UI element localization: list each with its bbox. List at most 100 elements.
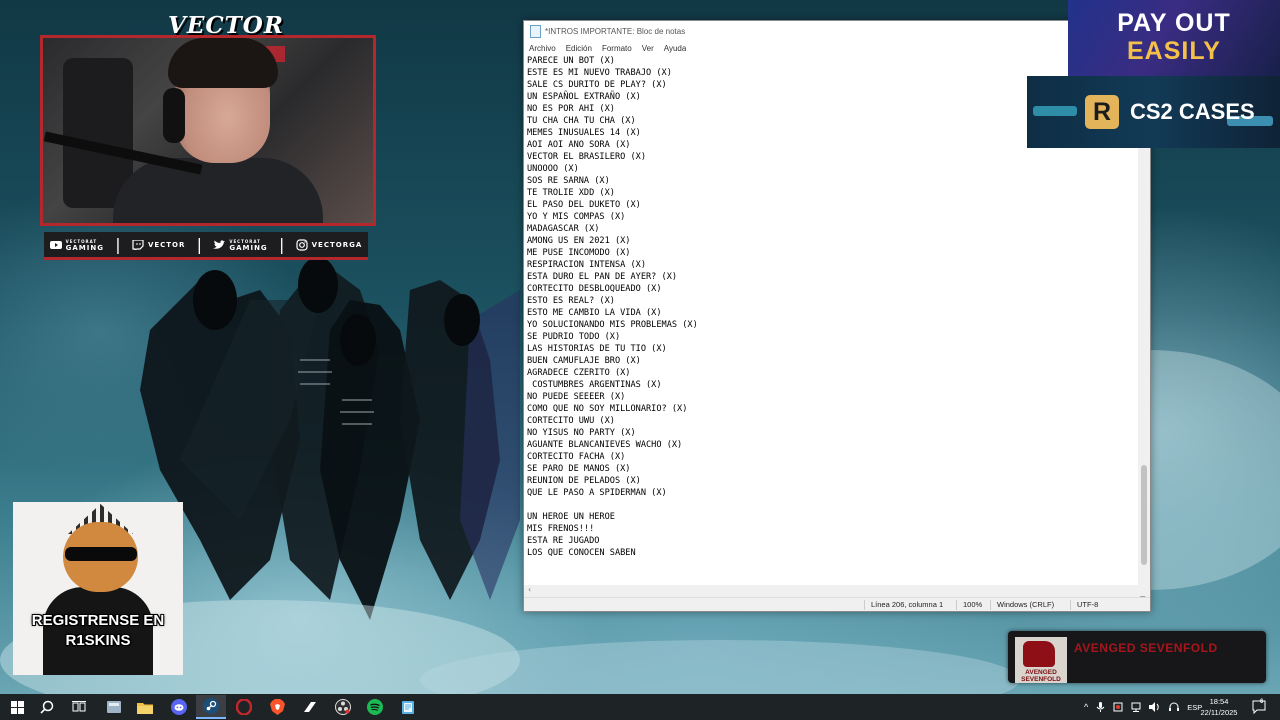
- menu-archivo[interactable]: Archivo: [529, 44, 556, 53]
- notification-icon: [1252, 700, 1266, 714]
- youtube-icon: [49, 240, 62, 249]
- discord-icon: [171, 699, 187, 715]
- notepad-line: QUE LE PASO A SPIDERMAN (X): [527, 488, 667, 498]
- notepad-line: CORTECITO FACHA (X): [527, 452, 626, 462]
- cases-ad-text: CS2 CASES: [1130, 99, 1255, 124]
- notepad-titlebar[interactable]: *INTROS IMPORTANTE: Bloc de notas: [524, 21, 1150, 41]
- notepad-line: REUNION DE PELADOS (X): [527, 476, 641, 486]
- scroll-left-icon[interactable]: ‹: [528, 585, 531, 594]
- brave-icon: [269, 699, 285, 715]
- streamer-hair: [168, 38, 278, 88]
- menu-formato[interactable]: Formato: [602, 44, 632, 53]
- social-instagram: VECTORGA: [296, 238, 363, 251]
- menu-edicion[interactable]: Edición: [566, 44, 592, 53]
- notepad-line: MADAGASCAR (X): [527, 224, 600, 234]
- payout-ad-line2: EASILY: [1126, 37, 1221, 65]
- search-icon: [40, 700, 54, 714]
- streamer-shirt: [113, 158, 323, 223]
- scrollbar-thumb[interactable]: [1141, 465, 1147, 565]
- notepad-line: ESTA DURO EL PAN DE AYER? (X): [527, 272, 678, 282]
- notepad-line: LOS QUE CONOCEN SABEN: [527, 548, 636, 558]
- social-twitter-bottom: GAMING: [229, 243, 268, 252]
- notepad-line: AGRADECE CZERITO (X): [527, 368, 631, 378]
- tray-overflow-icon[interactable]: ^: [1084, 702, 1088, 712]
- notepad-line: ESTO ES REAL? (X): [527, 296, 615, 306]
- menu-ver[interactable]: Ver: [642, 44, 654, 53]
- taskbar-app-files[interactable]: [99, 695, 129, 719]
- now-playing-widget: AVENGED SEVENFOLD AVENGED SEVENFOLD: [1008, 631, 1266, 683]
- encoding: UTF-8: [1070, 600, 1098, 610]
- now-playing-artist: AVENGED SEVENFOLD: [1074, 641, 1218, 655]
- file-explorer-icon: [137, 702, 153, 714]
- cursor-position: Línea 206, columna 1: [864, 600, 943, 610]
- taskbar-app-obs[interactable]: [328, 695, 358, 719]
- payout-ad-line1: PAY OUT: [1117, 9, 1231, 37]
- notepad-line: RESPIRACION INTENSA (X): [527, 260, 646, 270]
- album-art-hand: [1023, 641, 1055, 667]
- clock-time: 18:54: [1209, 697, 1229, 706]
- search-button[interactable]: [32, 695, 62, 719]
- taskbar: ^ ESP 18:54 22/11/2025 6: [0, 694, 1280, 720]
- notepad-line: NO PUEDE SEEEER (X): [527, 392, 626, 402]
- headphones: [163, 88, 185, 143]
- start-button[interactable]: [2, 695, 32, 719]
- notepad-line: EL PASO DEL DUKETO (X): [527, 200, 641, 210]
- taskbar-app-discord[interactable]: [164, 695, 194, 719]
- notepad-line: YO SOLUCIONANDO MIS PROBLEMAS (X): [527, 320, 698, 330]
- clock-date: 22/11/2025: [1200, 708, 1238, 717]
- notepad-statusbar: Línea 206, columna 1 100% Windows (CRLF)…: [524, 597, 1150, 611]
- notepad-line: YO Y MIS COMPAS (X): [527, 212, 626, 222]
- horizontal-scrollbar[interactable]: ‹: [524, 585, 1138, 597]
- notepad-line: TE TROLIE XDD (X): [527, 188, 615, 198]
- twitch-icon: [132, 239, 144, 250]
- network-icon[interactable]: [1131, 702, 1141, 712]
- file-manager-icon: [107, 701, 121, 713]
- webcam-feed: [40, 35, 376, 226]
- social-youtube-bottom: GAMING: [65, 243, 104, 252]
- sponsor-promo-panel: REGISTRENSE EN R1SKINS: [13, 502, 183, 675]
- notepad-menubar: Archivo Edición Formato Ver Ayuda: [524, 41, 1150, 55]
- app-tray-icon[interactable]: [1113, 702, 1123, 712]
- notepad-line: [527, 499, 1138, 511]
- promo-line-1: REGISTRENSE EN: [31, 612, 165, 629]
- separator: |: [196, 235, 203, 254]
- social-twitch: VECTOR: [132, 239, 185, 250]
- system-tray: ^ ESP: [1084, 694, 1202, 720]
- task-view-button[interactable]: [64, 695, 94, 719]
- spotify-icon: [367, 699, 383, 715]
- notepad-line: AMONG US EN 2021 (X): [527, 236, 631, 246]
- taskbar-app-notepad[interactable]: [393, 695, 423, 719]
- social-instagram-label: VECTORGA: [311, 240, 363, 249]
- taskbar-app-steam[interactable]: [196, 695, 226, 719]
- notepad-line: CORTECITO UWU (X): [527, 416, 615, 426]
- notepad-line: PARECE UN BOT (X): [527, 56, 615, 66]
- obs-icon: [335, 699, 351, 715]
- album-cover-caption: AVENGED SEVENFOLD: [1021, 669, 1061, 683]
- notepad-line: ESTA RE JUGADO: [527, 536, 600, 546]
- notepad-line: UN HEROE UN HEROE: [527, 512, 615, 522]
- zoom-level: 100%: [956, 600, 982, 610]
- notification-center-button[interactable]: 6: [1252, 694, 1266, 720]
- taskbar-app-epic[interactable]: [295, 695, 325, 719]
- taskbar-app-brave[interactable]: [262, 695, 292, 719]
- social-youtube: VECTORAT GAMING: [49, 239, 104, 252]
- brand-logo: R: [1085, 95, 1119, 129]
- steam-icon: [203, 698, 219, 714]
- notepad-line: SE PUDRIO TODO (X): [527, 332, 621, 342]
- cases-ad-banner: R CS2 CASES: [1027, 76, 1280, 148]
- volume-icon[interactable]: [1149, 702, 1161, 712]
- taskbar-clock[interactable]: 18:54 22/11/2025: [1198, 696, 1240, 718]
- headset-icon[interactable]: [1169, 702, 1180, 712]
- taskbar-app-explorer[interactable]: [130, 695, 160, 719]
- notepad-line: LAS HISTORIAS DE TU TIO (X): [527, 344, 667, 354]
- notepad-title: *INTROS IMPORTANTE: Bloc de notas: [545, 26, 686, 36]
- notepad-line: COSTUMBRES ARGENTINAS (X): [527, 380, 662, 390]
- taskbar-app-spotify[interactable]: [360, 695, 390, 719]
- microphone-icon[interactable]: [1096, 702, 1105, 712]
- notepad-line: BUEN CAMUFLAJE BRO (X): [527, 356, 641, 366]
- menu-ayuda[interactable]: Ayuda: [664, 44, 687, 53]
- notepad-line: UNOOOO (X): [527, 164, 579, 174]
- notepad-icon: [402, 701, 414, 714]
- taskbar-app-opera[interactable]: [229, 695, 259, 719]
- notepad-line: SE PARO DE MANOS (X): [527, 464, 631, 474]
